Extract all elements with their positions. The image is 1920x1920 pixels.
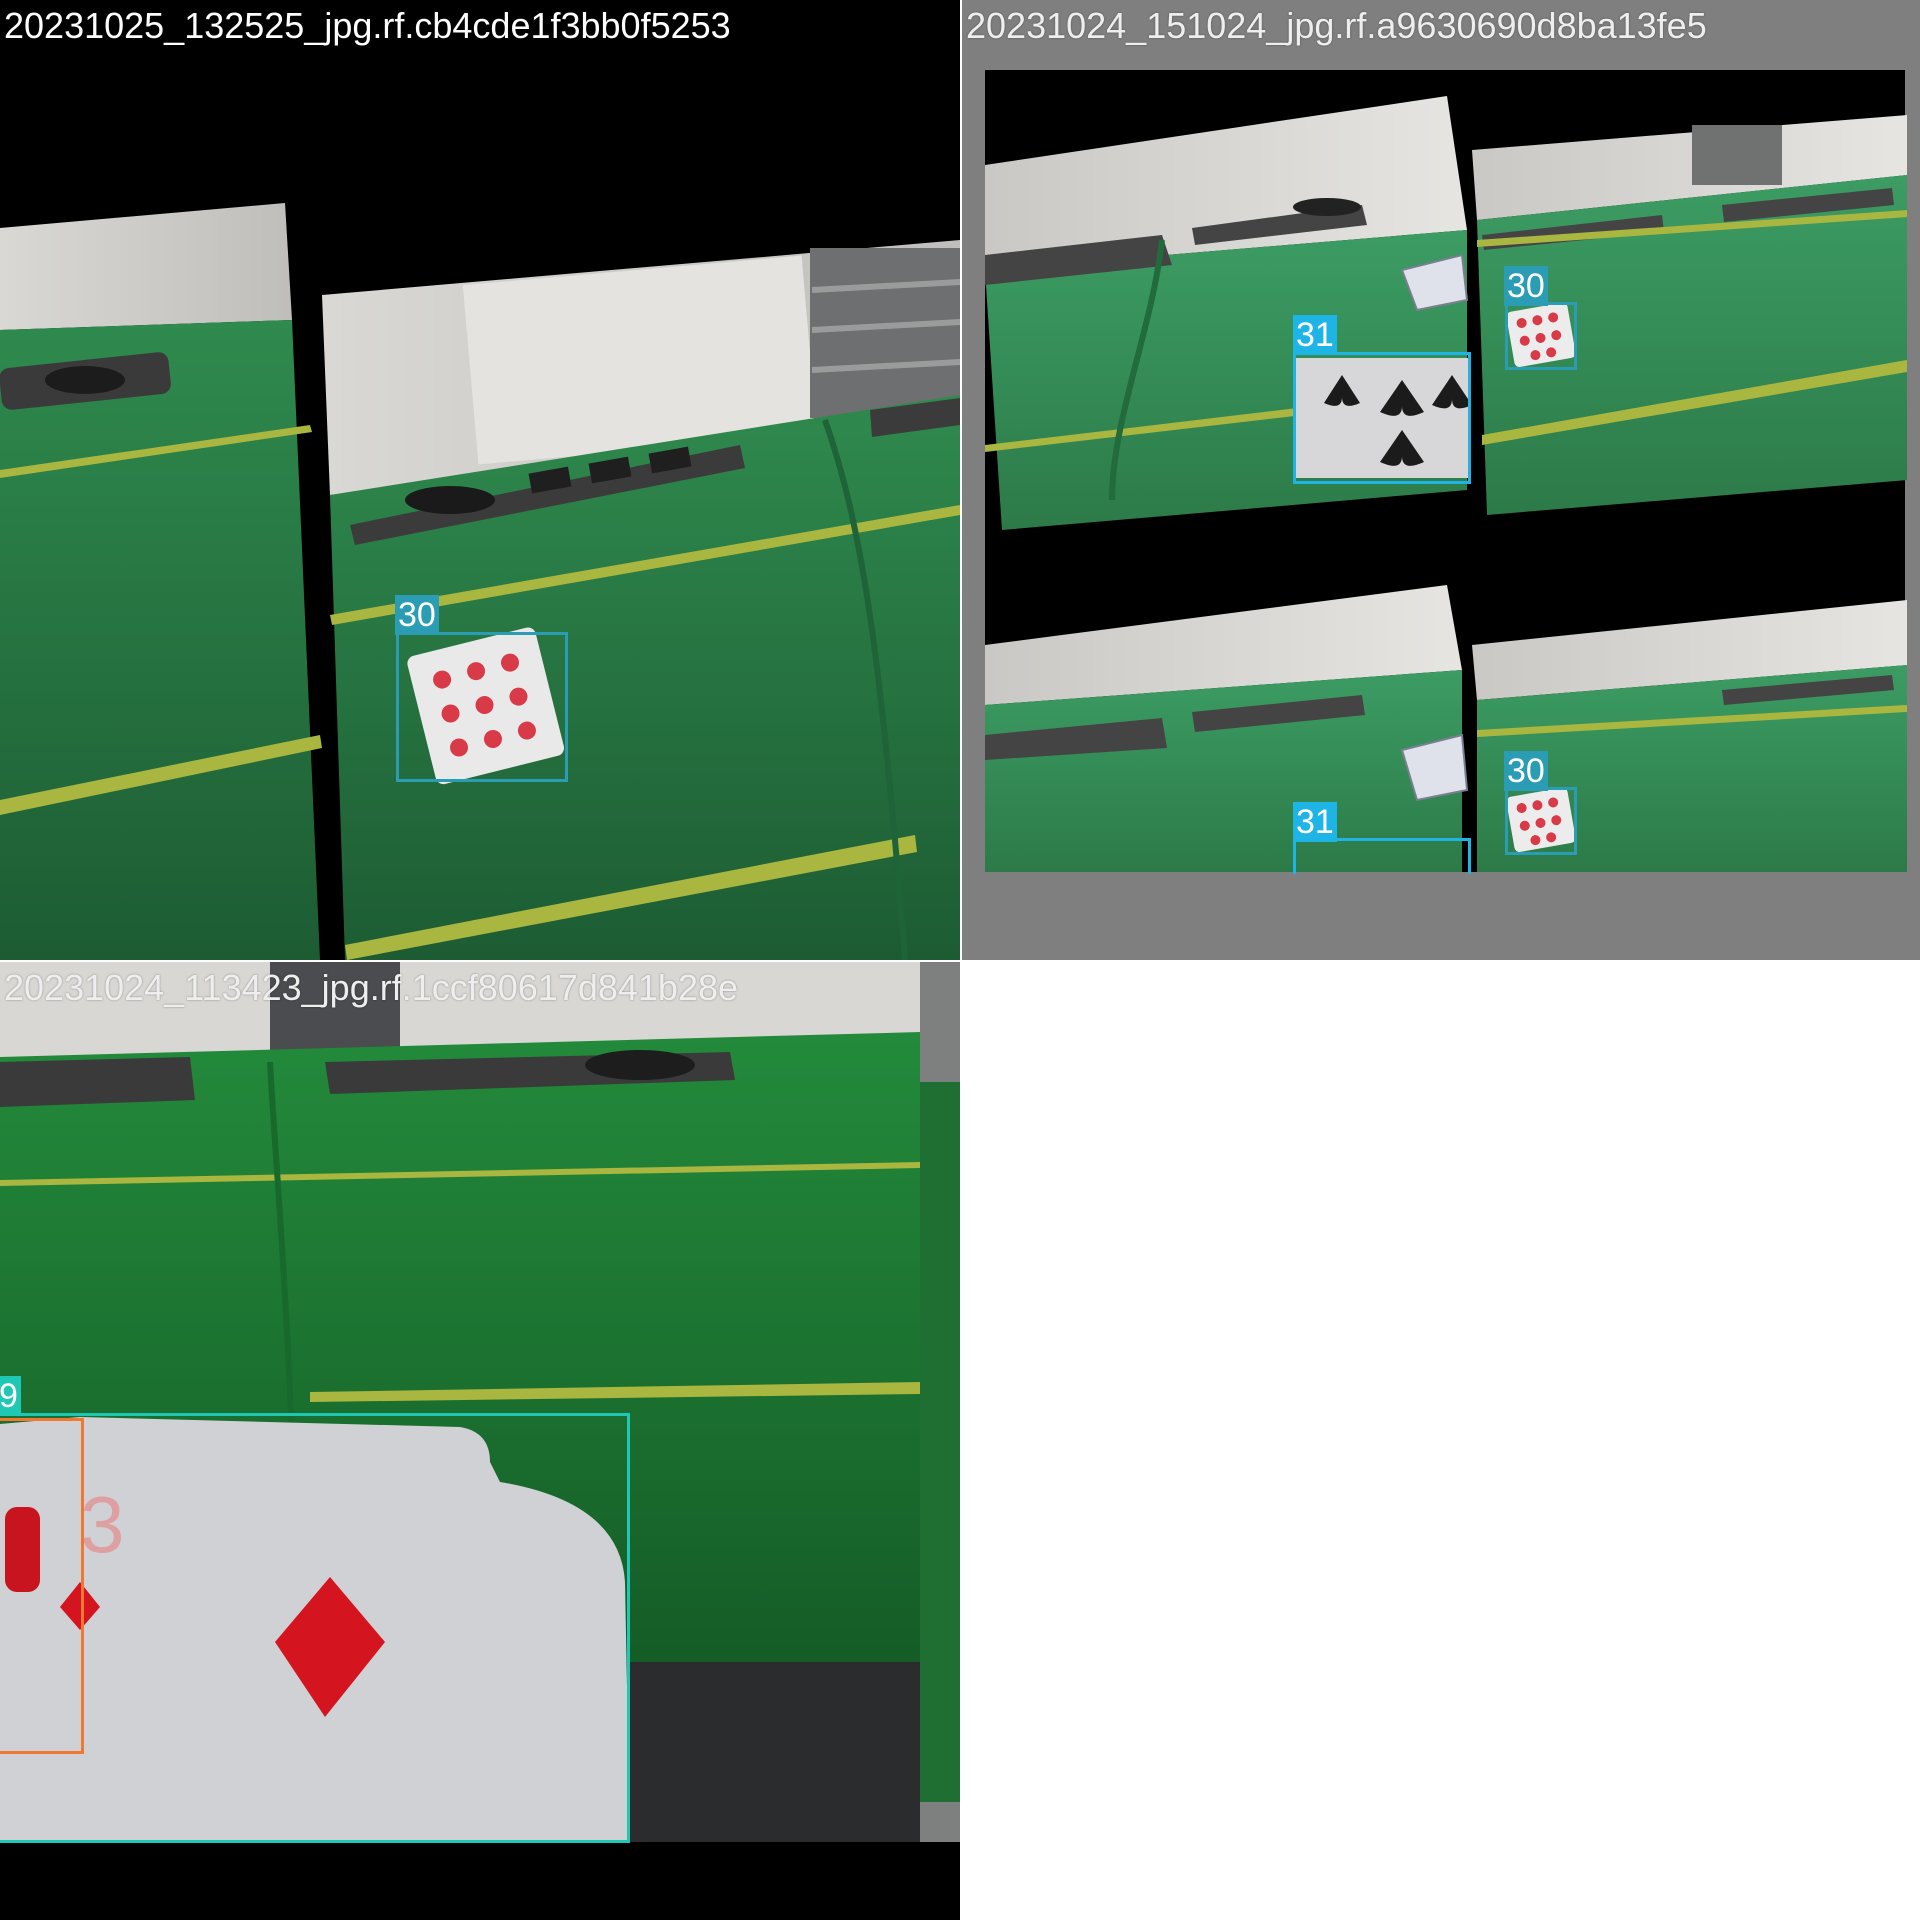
tile-2-title: 20231024_151024_jpg.rf.a9630690d8ba13fe5	[966, 5, 1707, 46]
left-strip-felt	[0, 320, 320, 960]
detection-box-orange	[0, 1418, 84, 1754]
detection-label-30-bottom: 30	[1504, 751, 1548, 791]
detection-label-31-bottom: 31	[1293, 802, 1337, 842]
left-strip-wall	[0, 203, 292, 330]
detection-box-9	[0, 1413, 630, 1843]
detection-label-30-top: 30	[1504, 266, 1548, 306]
mosaic-tile-1: 30 20231025_132525_jpg.rf.cb4cde1f3bb0f5…	[0, 0, 960, 960]
mosaic-tile-3: 3 9 20231024_113423_jpg.rf.1ccf80617d841…	[0, 962, 960, 1920]
detection-box-31-top	[1293, 352, 1471, 484]
detection-box-30-top	[1505, 302, 1577, 370]
detection-label-9: 9	[0, 1376, 21, 1416]
detection-box-31-bottom	[1293, 838, 1471, 874]
tile-3-title: 20231024_113423_jpg.rf.1ccf80617d841b28e	[4, 967, 739, 1008]
mosaic-divider-horizontal	[0, 960, 960, 962]
mosaic-tile-2: 31 30 31 30 20231024_151024_jpg.rf.a9630…	[962, 0, 1920, 960]
tile-1-photo	[0, 203, 960, 960]
detection-box-30-bottom	[1505, 787, 1577, 855]
detection-label-31-top: 31	[1293, 315, 1337, 355]
mosaic-divider-vertical	[960, 0, 962, 960]
detection-box-30	[396, 632, 568, 782]
tile-1-title: 20231025_132525_jpg.rf.cb4cde1f3bb0f5253	[4, 5, 731, 46]
detection-label-30: 30	[395, 595, 439, 635]
